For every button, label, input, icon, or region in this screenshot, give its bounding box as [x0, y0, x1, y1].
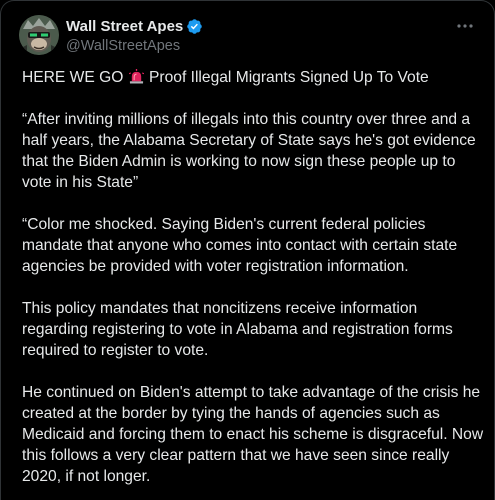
display-name-row: Wall Street Apes — [66, 17, 203, 36]
tweet-paragraph: “Color me shocked. Saying Biden's curren… — [22, 216, 462, 275]
tweet-text: HERE WE GO Proof Illegal Migrants Signed… — [22, 67, 484, 500]
tweet-paragraph: He continued on Biden's attempt to take … — [22, 384, 488, 485]
display-name[interactable]: Wall Street Apes — [66, 17, 183, 36]
headline-before: HERE WE GO — [22, 69, 128, 86]
headline-after: Proof Illegal Migrants Signed Up To Vote — [144, 69, 429, 86]
police-siren-icon — [128, 69, 144, 84]
tweet-header: Wall Street Apes @WallStreetApes — [19, 15, 482, 59]
tweet-card[interactable]: Wall Street Apes @WallStreetApes HERE WE… — [0, 0, 495, 500]
tweet-headline: HERE WE GO Proof Illegal Migrants Signed… — [22, 67, 484, 88]
author-names: Wall Street Apes @WallStreetApes — [66, 17, 203, 56]
more-options-icon[interactable] — [454, 18, 476, 34]
tweet-paragraph: “After inviting millions of illegals int… — [22, 111, 481, 191]
author-handle[interactable]: @WallStreetApes — [66, 37, 203, 56]
verified-badge-icon[interactable] — [186, 18, 203, 35]
ape-avatar-icon[interactable] — [19, 15, 59, 55]
tweet-paragraph: This policy mandates that noncitizens re… — [22, 300, 458, 359]
